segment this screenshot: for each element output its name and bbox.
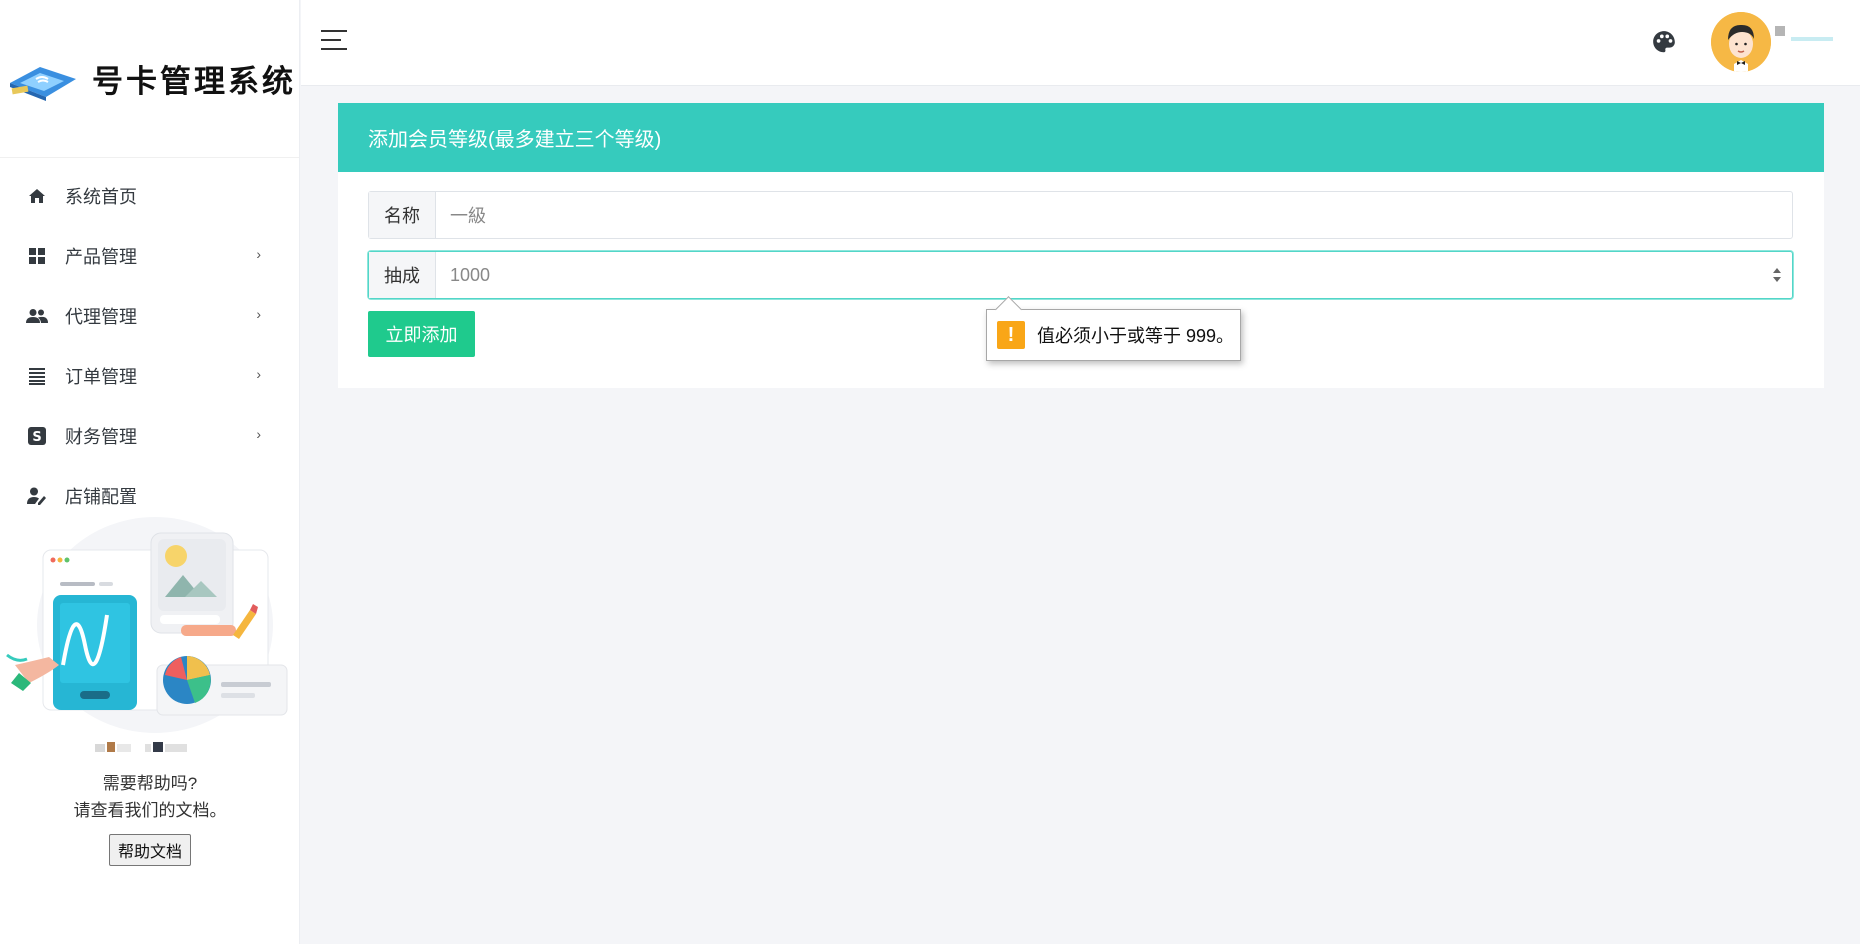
sidebar-item-label: 产品管理 xyxy=(65,247,137,267)
user-edit-icon xyxy=(26,485,48,507)
add-now-button[interactable]: 立即添加 xyxy=(368,311,475,357)
sidebar-item-orders[interactable]: 订单管理 › xyxy=(0,346,299,406)
help-docs-button[interactable]: 帮助文档 xyxy=(108,834,191,866)
hamburger-icon[interactable] xyxy=(321,30,347,52)
brand-name: 号卡管理系统 xyxy=(92,64,296,100)
help-line-2: 请查看我们的文档。 xyxy=(73,801,227,820)
sidebar-item-products[interactable]: 产品管理 › xyxy=(0,226,299,286)
palette-icon[interactable] xyxy=(1651,29,1677,55)
avatar-icon[interactable] xyxy=(1711,12,1771,72)
chevron-right-icon: › xyxy=(256,306,261,322)
sidebar-item-label: 代理管理 xyxy=(65,307,137,327)
sidebar-item-label: 订单管理 xyxy=(65,367,137,387)
validation-tooltip: ! 值必须小于或等于 999。 xyxy=(986,309,1241,361)
name-label: 名称 xyxy=(369,192,436,238)
help-illustration xyxy=(6,517,288,733)
card-title: 添加会员等级(最多建立三个等级) xyxy=(338,103,1824,172)
warning-icon: ! xyxy=(997,321,1025,349)
dollar-icon: S xyxy=(26,425,48,447)
commission-label: 抽成 xyxy=(369,252,436,298)
help-line-1: 需要帮助吗? xyxy=(102,774,198,793)
home-icon xyxy=(26,185,48,207)
grid-icon xyxy=(26,245,48,267)
commission-input[interactable]: 1000 xyxy=(436,252,1762,298)
sim-card-logo-icon xyxy=(10,66,76,101)
sidebar-item-finance[interactable]: S 财务管理 › xyxy=(0,406,299,466)
name-field-group: 名称 一級 xyxy=(368,191,1793,239)
help-panel: 需要帮助吗? 请查看我们的文档。 帮助文档 xyxy=(0,515,300,866)
sidebar-item-label: 系统首页 xyxy=(65,187,137,207)
chevron-right-icon: › xyxy=(256,246,261,262)
sidebar-item-label: 店铺配置 xyxy=(65,487,137,507)
brand[interactable]: 号卡管理系统 xyxy=(0,0,299,158)
validation-message: 值必须小于或等于 999。 xyxy=(1037,326,1235,346)
chevron-right-icon: › xyxy=(256,366,261,382)
top-bar xyxy=(301,0,1860,86)
users-icon xyxy=(26,305,48,327)
username-graphic xyxy=(1775,24,1835,51)
help-caption-graphic xyxy=(0,742,300,758)
commission-field-group: 抽成 1000 xyxy=(368,251,1793,299)
svg-text:S: S xyxy=(32,430,41,445)
chevron-right-icon: › xyxy=(256,426,261,442)
sidebar-item-home[interactable]: 系统首页 xyxy=(0,166,299,226)
sidebar-menu: 系统首页 产品管理 › 代理管理 › 订单管理 › S 财务管理 › 店铺配置 xyxy=(0,158,299,526)
sidebar-item-agents[interactable]: 代理管理 › xyxy=(0,286,299,346)
sidebar: 号卡管理系统 系统首页 产品管理 › 代理管理 › 订单管理 › S 财务管理 … xyxy=(0,0,300,944)
help-title: 需要帮助吗? 请查看我们的文档。 xyxy=(0,770,300,824)
number-spinner-icon[interactable] xyxy=(1762,252,1792,298)
list-icon xyxy=(26,365,48,387)
name-input[interactable]: 一級 xyxy=(436,192,1792,238)
sidebar-item-label: 财务管理 xyxy=(65,427,137,447)
